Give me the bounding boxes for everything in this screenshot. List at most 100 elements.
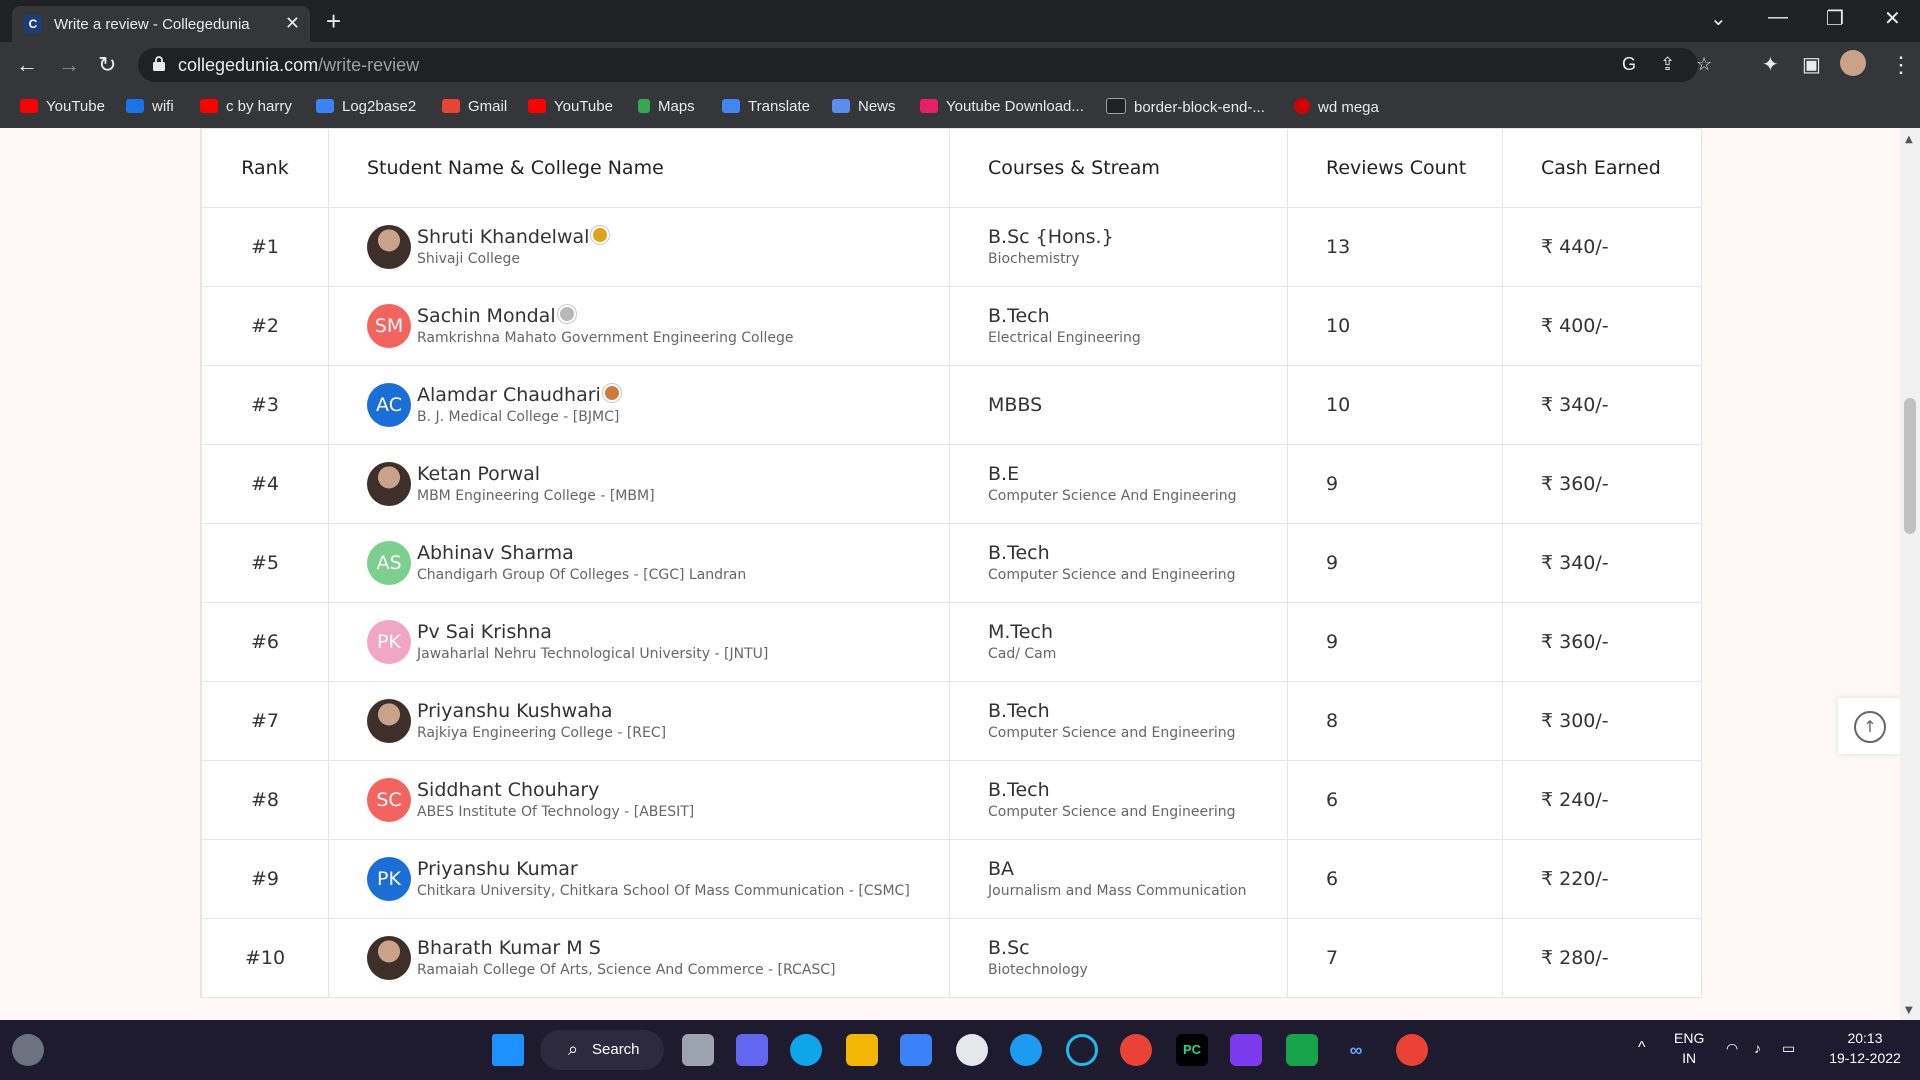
back-arrow-icon[interactable]: ←: [16, 52, 38, 78]
mdn-icon: [1106, 98, 1126, 114]
student-name[interactable]: Pv Sai Krishna: [417, 620, 768, 644]
reviews-count-cell: 8: [1287, 681, 1503, 761]
bookmark-youtube[interactable]: YouTube: [20, 98, 105, 115]
browser-tab-active[interactable]: C Write a review - Collegedunia ✕: [12, 6, 310, 42]
language-indicator[interactable]: ENG IN: [1674, 1028, 1704, 1068]
url-text: collegedunia.com/write-review: [178, 55, 420, 75]
forward-arrow-icon[interactable]: →: [58, 52, 80, 78]
reviews-count-cell: 6: [1287, 760, 1503, 840]
minimize-icon[interactable]: —: [1768, 6, 1788, 29]
student-avatar: [367, 936, 411, 980]
new-tab-plus-icon[interactable]: +: [326, 6, 341, 37]
taskbar-search[interactable]: ⌕ Search: [540, 1030, 664, 1070]
scroll-up-arrow-icon[interactable]: ▲: [1905, 134, 1913, 145]
bookmark-maps[interactable]: Maps: [638, 98, 695, 115]
github-icon[interactable]: [956, 1034, 988, 1066]
cortana-icon[interactable]: [1066, 1034, 1098, 1066]
log2base2-icon: [316, 99, 334, 113]
microsoft-store-icon[interactable]: [900, 1034, 932, 1066]
teams-chat-icon[interactable]: [736, 1034, 768, 1066]
bookmark-log2base2[interactable]: Log2base2: [316, 98, 416, 115]
vpn-icon[interactable]: [1230, 1034, 1262, 1066]
profile-avatar[interactable]: [1840, 50, 1866, 76]
student-name[interactable]: Priyanshu Kumar: [417, 857, 910, 881]
battery-icon[interactable]: ▭: [1782, 1038, 1795, 1058]
bookmark-gmail[interactable]: Gmail: [442, 98, 507, 115]
cash-earned-cell: ₹ 360/-: [1502, 602, 1702, 682]
clock[interactable]: 20:13 19-12-2022: [1822, 1028, 1908, 1068]
scroll-to-top-button[interactable]: ↑: [1838, 698, 1900, 754]
rank-cell: #4: [201, 444, 329, 524]
student-name[interactable]: Siddhant Chouhary: [417, 778, 694, 802]
share-icon[interactable]: ⇪: [1660, 54, 1675, 75]
task-view-icon[interactable]: [682, 1034, 714, 1066]
header-student: Student Name & College Name: [328, 128, 950, 208]
extensions-puzzle-icon[interactable]: ✦: [1762, 52, 1779, 77]
course-name: B.Sc {Hons.}: [988, 226, 1114, 248]
college-name: Chitkara University, Chitkara School Of …: [417, 883, 910, 899]
file-explorer-icon[interactable]: [846, 1034, 878, 1066]
cash-earned-cell: ₹ 400/-: [1502, 286, 1702, 366]
bookmark-border-block-end[interactable]: border-block-end-...: [1106, 98, 1265, 116]
student-name[interactable]: Alamdar Chaudhari: [417, 383, 621, 407]
bronze-medal-icon: [602, 384, 621, 402]
reload-icon[interactable]: ↻: [98, 52, 116, 78]
scrollbar-thumb[interactable]: [1904, 398, 1916, 534]
window-close-icon[interactable]: ✕: [1884, 6, 1901, 31]
bookmark-youtube-download[interactable]: Youtube Download...: [920, 98, 1084, 115]
edge-icon[interactable]: [790, 1034, 822, 1066]
rank-cell: #6: [201, 602, 329, 682]
student-name[interactable]: Bharath Kumar M S: [417, 936, 836, 960]
volume-icon[interactable]: ♪: [1754, 1038, 1761, 1058]
bookmark-star-icon[interactable]: ☆: [1696, 54, 1712, 75]
table-header-row: Rank Student Name & College Name Courses…: [201, 128, 1702, 208]
rank-cell: #5: [201, 523, 329, 603]
chrome-icon[interactable]: [1120, 1034, 1152, 1066]
cash-earned-cell: ₹ 340/-: [1502, 365, 1702, 445]
wifi-icon[interactable]: ◠: [1726, 1038, 1738, 1058]
bookmark-wd-mega[interactable]: wd mega: [1294, 98, 1379, 116]
student-name[interactable]: Priyanshu Kushwaha: [417, 699, 666, 723]
student-name[interactable]: Shruti Khandelwal: [417, 225, 610, 249]
table-row: #3 AC Alamdar Chaudhari B. J. Medical Colle…: [201, 365, 1702, 445]
side-panel-icon[interactable]: ▣: [1802, 52, 1821, 77]
reviews-count-cell: 10: [1287, 365, 1503, 445]
bookmark-c-by-harry[interactable]: c by harry: [200, 98, 292, 115]
page-scrollbar[interactable]: ▲ ▼: [1900, 128, 1920, 1020]
student-cell: SC Siddhant Chouhary ABES Institute Of Tec…: [328, 760, 950, 840]
tab-search-chevron-icon[interactable]: ⌄: [1710, 6, 1727, 31]
mega-icon: [1294, 98, 1310, 114]
scroll-down-arrow-icon[interactable]: ▼: [1905, 1005, 1913, 1016]
rank-cell: #10: [201, 918, 329, 998]
bookmark-translate[interactable]: Translate: [722, 98, 810, 115]
student-name[interactable]: Ketan Porwal: [417, 462, 655, 486]
course-stream: Computer Science and Engineering: [988, 567, 1236, 583]
pycharm-icon[interactable]: PC: [1176, 1034, 1208, 1066]
address-bar[interactable]: collegedunia.com/write-review G ⇪ ☆: [138, 48, 1712, 82]
tab-close-icon[interactable]: ✕: [285, 13, 300, 34]
student-cell: PK Pv Sai Krishna Jawaharlal Nehru Technol…: [328, 602, 950, 682]
google-lens-icon[interactable]: G: [1622, 54, 1636, 75]
weather-icon[interactable]: [12, 1034, 44, 1066]
help-icon[interactable]: [1010, 1034, 1042, 1066]
tray-overflow-chevron-icon[interactable]: ^: [1638, 1038, 1646, 1058]
collegedunia-favicon-icon: C: [24, 15, 42, 33]
menu-kebab-icon[interactable]: ⋮: [1890, 52, 1912, 78]
course-stream: Cad/ Cam: [988, 646, 1057, 662]
college-name: Ramaiah College Of Arts, Science And Com…: [417, 962, 836, 978]
bookmark-wifi[interactable]: wifi: [126, 98, 174, 115]
student-name[interactable]: Sachin Mondal: [417, 304, 794, 328]
utorrent-icon[interactable]: [1286, 1034, 1318, 1066]
bookmark-news[interactable]: News: [832, 98, 896, 115]
windows-start-icon[interactable]: [492, 1034, 524, 1066]
restore-icon[interactable]: ❐: [1826, 6, 1844, 31]
infinity-icon[interactable]: ∞: [1340, 1034, 1372, 1066]
table-row: #5 AS Abhinav Sharma Chandigarh Group Of Co…: [201, 523, 1702, 603]
chrome-canary-icon[interactable]: [1396, 1034, 1428, 1066]
student-name[interactable]: Abhinav Sharma: [417, 541, 746, 565]
bookmark-youtube-2[interactable]: YouTube: [528, 98, 613, 115]
student-avatar: [367, 225, 411, 269]
translate-icon: [722, 99, 740, 113]
cash-earned-cell: ₹ 220/-: [1502, 839, 1702, 919]
course-name: B.Tech: [988, 542, 1050, 564]
